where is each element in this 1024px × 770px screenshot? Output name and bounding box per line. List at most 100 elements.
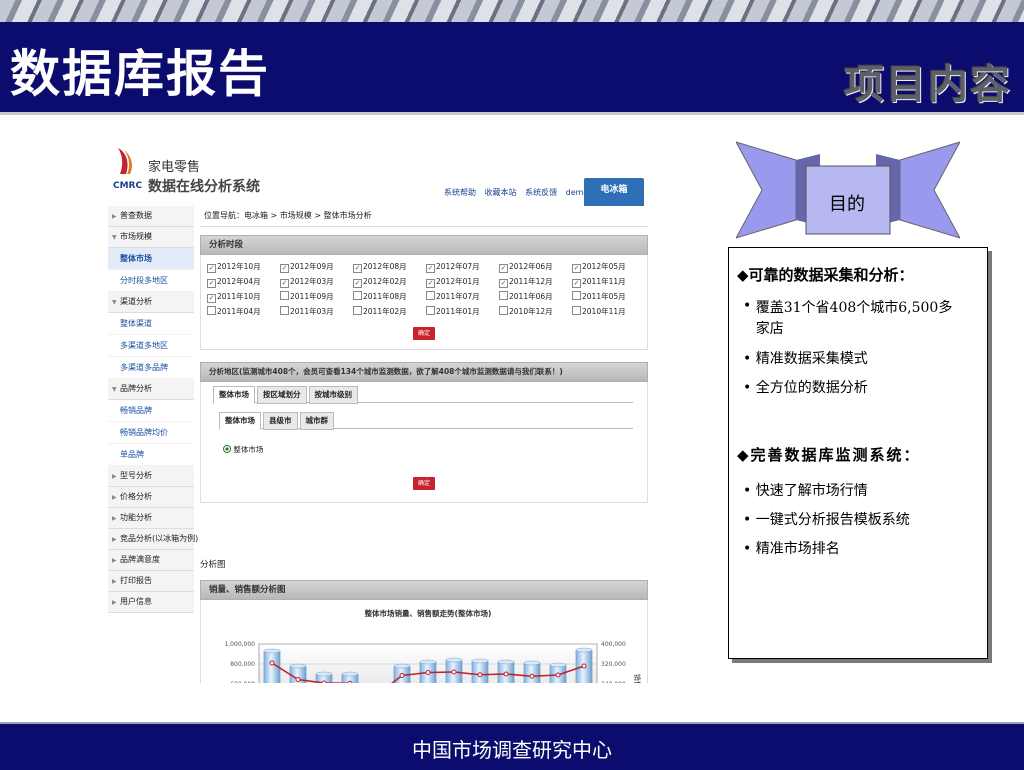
sidebar-item[interactable]: 畅销品牌 — [108, 400, 194, 422]
bullet-item: • 全方位的数据分析 — [743, 380, 868, 396]
month-checkbox[interactable]: ✓ 2011年10月 — [207, 291, 261, 303]
month-checkbox[interactable]: 2011年03月 — [280, 306, 334, 317]
line-point — [477, 672, 483, 678]
caret-right-icon: ▶ — [112, 557, 117, 564]
cmrc-logo-icon: CMRC — [113, 148, 142, 191]
chart-area: 整体市场销量、销售额走势(整体市场)0200,000400,000600,000… — [200, 600, 648, 683]
tab-by-city-level[interactable]: 按城市级别 — [308, 386, 358, 404]
link-help[interactable]: 系统帮助 — [444, 188, 476, 197]
month-checkbox[interactable]: ✓ 2012年07月 — [426, 261, 480, 273]
bar-top — [549, 662, 567, 668]
app-name-line2: 数据在线分析系统 — [148, 179, 260, 195]
chart-caption: 分析图 — [200, 560, 226, 570]
sidebar-item[interactable]: 整体市场 — [108, 248, 194, 270]
sidebar-group[interactable]: ▼ 渠道分析 — [108, 292, 194, 313]
month-checkbox[interactable]: ✓ 2012年05月 — [572, 261, 626, 273]
month-checkbox[interactable]: ✓ 2011年11月 — [572, 276, 626, 288]
tab-product-fridge[interactable]: 电冰箱 — [584, 178, 644, 206]
month-checkbox[interactable]: 2011年06月 — [499, 291, 553, 302]
link-feedback[interactable]: 系统反馈 — [525, 188, 557, 197]
month-checkbox[interactable]: 2010年12月 — [499, 306, 553, 317]
month-checkbox[interactable]: ✓ 2012年02月 — [353, 276, 407, 288]
y-tick-label: 1,000,000 — [224, 641, 255, 648]
link-bookmark[interactable]: 收藏本站 — [485, 188, 517, 197]
sidebar-item[interactable]: 多渠道多品牌 — [108, 357, 194, 379]
checkbox-checked-icon: ✓ — [499, 279, 508, 288]
checkbox-checked-icon: ✓ — [499, 264, 508, 273]
region-subtabs: 整体市场 县级市 城市群 — [219, 412, 633, 430]
sidebar-group[interactable]: ▶ 竞品分析(以冰箱为例) — [108, 529, 198, 550]
checkbox-unchecked-icon — [207, 306, 216, 315]
sidebar-group[interactable]: ▶ 普查数据 — [108, 206, 194, 227]
caret-right-icon: ▶ — [112, 536, 117, 543]
sidebar-item[interactable]: 分时段多地区 — [108, 270, 194, 292]
checkbox-checked-icon: ✓ — [280, 264, 289, 273]
sidebar-group[interactable]: ▶ 品牌满意度 — [108, 550, 194, 571]
month-checkbox[interactable]: ✓ 2012年09月 — [280, 261, 334, 273]
sidebar-group[interactable]: ▼ 品牌分析 — [108, 379, 194, 400]
checkbox-unchecked-icon — [280, 306, 289, 315]
month-checkbox[interactable]: ✓ 2011年12月 — [499, 276, 553, 288]
tab-by-region[interactable]: 按区域划分 — [257, 386, 307, 404]
month-label: 2011年07月 — [436, 292, 480, 301]
month-checkbox[interactable]: ✓ 2012年08月 — [353, 261, 407, 273]
sidebar-label: 多渠道多品牌 — [120, 363, 168, 372]
sidebar-group[interactable]: ▶ 功能分析 — [108, 508, 194, 529]
month-checkbox[interactable]: ✓ 2012年04月 — [207, 276, 261, 288]
sidebar-item[interactable]: 单品牌 — [108, 444, 194, 466]
line-point — [347, 680, 353, 683]
month-checkbox[interactable]: 2011年08月 — [353, 291, 407, 302]
month-checkbox[interactable]: 2011年01月 — [426, 306, 480, 317]
month-checkbox[interactable]: ✓ 2012年06月 — [499, 261, 553, 273]
sidebar-label: 整体渠道 — [120, 319, 152, 328]
subtab-county-city[interactable]: 县级市 — [263, 412, 298, 430]
sidebar-group[interactable]: ▼ 市场规模 — [108, 227, 194, 248]
sidebar-label: 整体市场 — [120, 254, 152, 263]
sidebar-item[interactable]: 畅销品牌均价 — [108, 422, 194, 444]
month-checkbox[interactable]: 2011年04月 — [207, 306, 261, 317]
subtab-overall[interactable]: 整体市场 — [219, 412, 261, 430]
sidebar-label: 打印报告 — [120, 576, 152, 585]
month-label: 2011年04月 — [217, 307, 261, 316]
region-confirm-button[interactable]: 确定 — [413, 477, 435, 490]
month-checkbox[interactable]: 2011年09月 — [280, 291, 334, 302]
line-point — [451, 669, 457, 675]
y2-tick-label: 400,000 — [601, 641, 626, 648]
line-point — [503, 671, 509, 677]
region-tabs: 整体市场 按区域划分 按城市级别 — [213, 386, 633, 404]
sidebar-group[interactable]: ▶ 用户信息 — [108, 592, 194, 613]
line-point — [321, 680, 327, 683]
bar-top — [575, 647, 593, 653]
sidebar-item[interactable]: 多渠道多地区 — [108, 335, 194, 357]
bullet-item: • 覆盖31个省408个城市6,500多家店 — [743, 298, 966, 340]
month-checkbox[interactable]: 2011年02月 — [353, 306, 407, 317]
sidebar-label: 品牌满意度 — [120, 555, 160, 564]
month-label: 2012年10月 — [217, 262, 261, 271]
period-confirm-button[interactable]: 确定 — [413, 327, 435, 340]
bullet-text: 精准数据采集模式 — [755, 351, 868, 367]
subtab-city-cluster[interactable]: 城市群 — [299, 412, 334, 430]
sidebar-item[interactable]: 整体渠道 — [108, 313, 194, 335]
tab-overall-market[interactable]: 整体市场 — [213, 386, 255, 404]
sales-chart: 整体市场销量、销售额走势(整体市场)0200,000400,000600,000… — [224, 608, 642, 683]
radio-overall[interactable]: 整体市场 — [223, 444, 263, 455]
sidebar-group[interactable]: ▶ 打印报告 — [108, 571, 194, 592]
month-checkbox[interactable]: 2011年07月 — [426, 291, 480, 302]
month-checkbox[interactable]: 2011年05月 — [572, 291, 626, 302]
month-checkbox[interactable]: ✓ 2012年01月 — [426, 276, 480, 288]
bullet-item: • 精准市场排名 — [743, 541, 840, 557]
month-checkbox[interactable]: 2010年11月 — [572, 306, 626, 317]
bar-top — [289, 663, 307, 669]
sidebar-group[interactable]: ▶ 价格分析 — [108, 487, 194, 508]
month-checkbox[interactable]: ✓ 2012年03月 — [280, 276, 334, 288]
checkbox-unchecked-icon — [353, 291, 362, 300]
chart-title: 整体市场销量、销售额走势(整体市场) — [365, 608, 492, 618]
sidebar-label: 竞品分析(以冰箱为例) — [120, 534, 199, 543]
checkbox-unchecked-icon — [572, 306, 581, 315]
month-checkbox[interactable]: ✓ 2012年10月 — [207, 261, 261, 273]
sidebar-group[interactable]: ▶ 型号分析 — [108, 466, 194, 487]
section-heading-2: ◆完善数据库监测系统： — [737, 446, 921, 464]
caret-down-icon: ▼ — [112, 234, 117, 241]
top-banner: 数据库报告 项目内容 — [0, 0, 1024, 112]
caret-right-icon: ▶ — [112, 515, 117, 522]
